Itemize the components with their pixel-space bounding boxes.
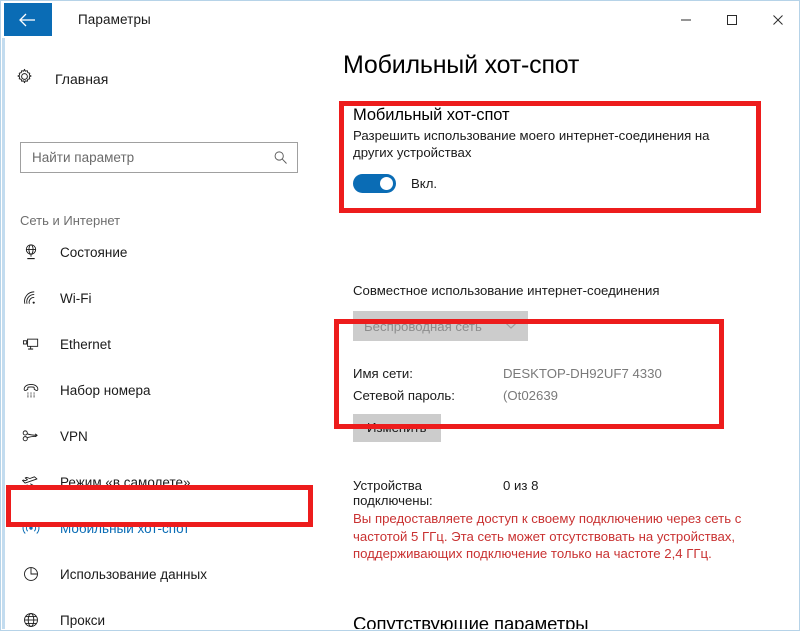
connection-sharing-dropdown-value: Беспроводная сеть	[364, 318, 482, 334]
dialup-phone-icon	[20, 381, 42, 399]
sidebar-item-home-label: Главная	[55, 71, 109, 87]
maximize-button[interactable]	[709, 1, 755, 38]
minimize-button[interactable]	[663, 1, 709, 38]
sidebar-nav-list: Состояние Wi-Fi Ethernet Набор номера VP…	[2, 236, 332, 629]
sidebar-item-mobile-hotspot-label: Мобильный хот-спот	[60, 520, 190, 536]
chevron-down-icon	[504, 317, 518, 335]
network-password-row: Сетевой пароль: (Ot02639	[353, 388, 743, 403]
close-icon	[773, 14, 783, 25]
hotspot-toggle-row: Вкл.	[353, 174, 753, 193]
hotspot-toggle-label: Вкл.	[411, 176, 438, 191]
connection-sharing-label: Совместное использование интернет-соедин…	[353, 283, 660, 298]
airplane-icon	[20, 473, 42, 491]
maximize-icon	[727, 14, 737, 25]
sidebar-item-data-usage-label: Использование данных	[60, 566, 207, 582]
sidebar-item-wifi[interactable]: Wi-Fi	[2, 282, 332, 314]
minimize-icon	[681, 19, 691, 20]
back-arrow-icon	[19, 13, 35, 26]
frequency-warning-text: Вы предоставляете доступ к своему подклю…	[353, 511, 742, 561]
ethernet-icon	[20, 335, 42, 353]
window-title: Параметры	[78, 12, 151, 27]
hotspot-description: Разрешить использование моего интернет-с…	[353, 128, 710, 160]
search-input[interactable]	[21, 149, 273, 166]
sidebar-item-airplane[interactable]: Режим «в самолете»	[2, 466, 332, 498]
vpn-icon	[20, 427, 42, 445]
sidebar-item-home[interactable]: Главная	[16, 65, 108, 93]
network-password-value: (Ot02639	[503, 388, 558, 403]
sidebar-item-vpn[interactable]: VPN	[2, 420, 332, 452]
sidebar-item-dialup-label: Набор номера	[60, 382, 151, 398]
network-name-row: Имя сети: DESKTOP-DH92UF7 4330	[353, 366, 743, 381]
network-password-label: Сетевой пароль:	[353, 388, 455, 403]
search-box[interactable]	[20, 142, 298, 173]
network-name-value: DESKTOP-DH92UF7 4330	[503, 366, 662, 381]
network-name-label: Имя сети:	[353, 366, 413, 381]
sidebar-item-wifi-label: Wi-Fi	[60, 290, 92, 306]
sidebar-item-proxy-label: Прокси	[60, 612, 106, 628]
network-status-icon	[20, 243, 42, 261]
hotspot-broadcast-icon	[20, 519, 42, 537]
related-settings-title: Сопутствующие параметры	[353, 613, 589, 629]
hotspot-toggle[interactable]	[353, 174, 396, 193]
title-bar: Параметры	[1, 1, 799, 38]
sidebar-item-status-label: Состояние	[60, 244, 128, 260]
page-title: Мобильный хот-спот	[343, 51, 580, 79]
sidebar-item-airplane-label: Режим «в самолете»	[60, 474, 191, 490]
sidebar-item-data-usage[interactable]: Использование данных	[2, 558, 332, 590]
hotspot-heading: Мобильный хот-спот	[353, 106, 510, 124]
sidebar-item-ethernet-label: Ethernet	[60, 336, 112, 352]
window-controls	[663, 1, 799, 38]
sidebar-item-proxy[interactable]: Прокси	[2, 604, 332, 629]
gear-icon	[16, 68, 33, 90]
data-usage-pie-icon	[20, 565, 42, 583]
content-pane: Мобильный хот-спот Мобильный хот-спот Ра…	[332, 38, 798, 629]
sidebar-item-ethernet[interactable]: Ethernet	[2, 328, 332, 360]
settings-window: Параметры Главная Найти параметр Сеть и …	[0, 0, 800, 631]
devices-connected-row: Устройства подключены: 0 из 8	[353, 478, 538, 508]
connection-sharing-dropdown[interactable]: Беспроводная сеть	[353, 311, 528, 341]
globe-icon	[20, 611, 42, 629]
sidebar-item-dialup[interactable]: Набор номера	[2, 374, 332, 406]
sidebar: Главная Сеть и Интернет	[2, 38, 332, 629]
sidebar-item-vpn-label: VPN	[60, 428, 88, 444]
sidebar-section-header: Сеть и Интернет	[20, 213, 121, 228]
sidebar-item-mobile-hotspot[interactable]: Мобильный хот-спот	[2, 512, 332, 544]
search-icon	[273, 150, 288, 165]
close-button[interactable]	[755, 1, 799, 38]
devices-connected-value: 0 из 8	[503, 478, 539, 493]
network-credentials-section: Имя сети: DESKTOP-DH92UF7 4330 Сетевой п…	[353, 366, 743, 442]
edit-button[interactable]: Изменить	[353, 414, 441, 442]
back-button[interactable]	[4, 3, 52, 36]
sidebar-item-status[interactable]: Состояние	[2, 236, 332, 268]
hotspot-section: Мобильный хот-спот Разрешить использован…	[353, 106, 753, 193]
devices-connected-label: Устройства подключены:	[353, 478, 433, 508]
wifi-icon	[20, 289, 42, 307]
toggle-knob	[380, 177, 393, 190]
